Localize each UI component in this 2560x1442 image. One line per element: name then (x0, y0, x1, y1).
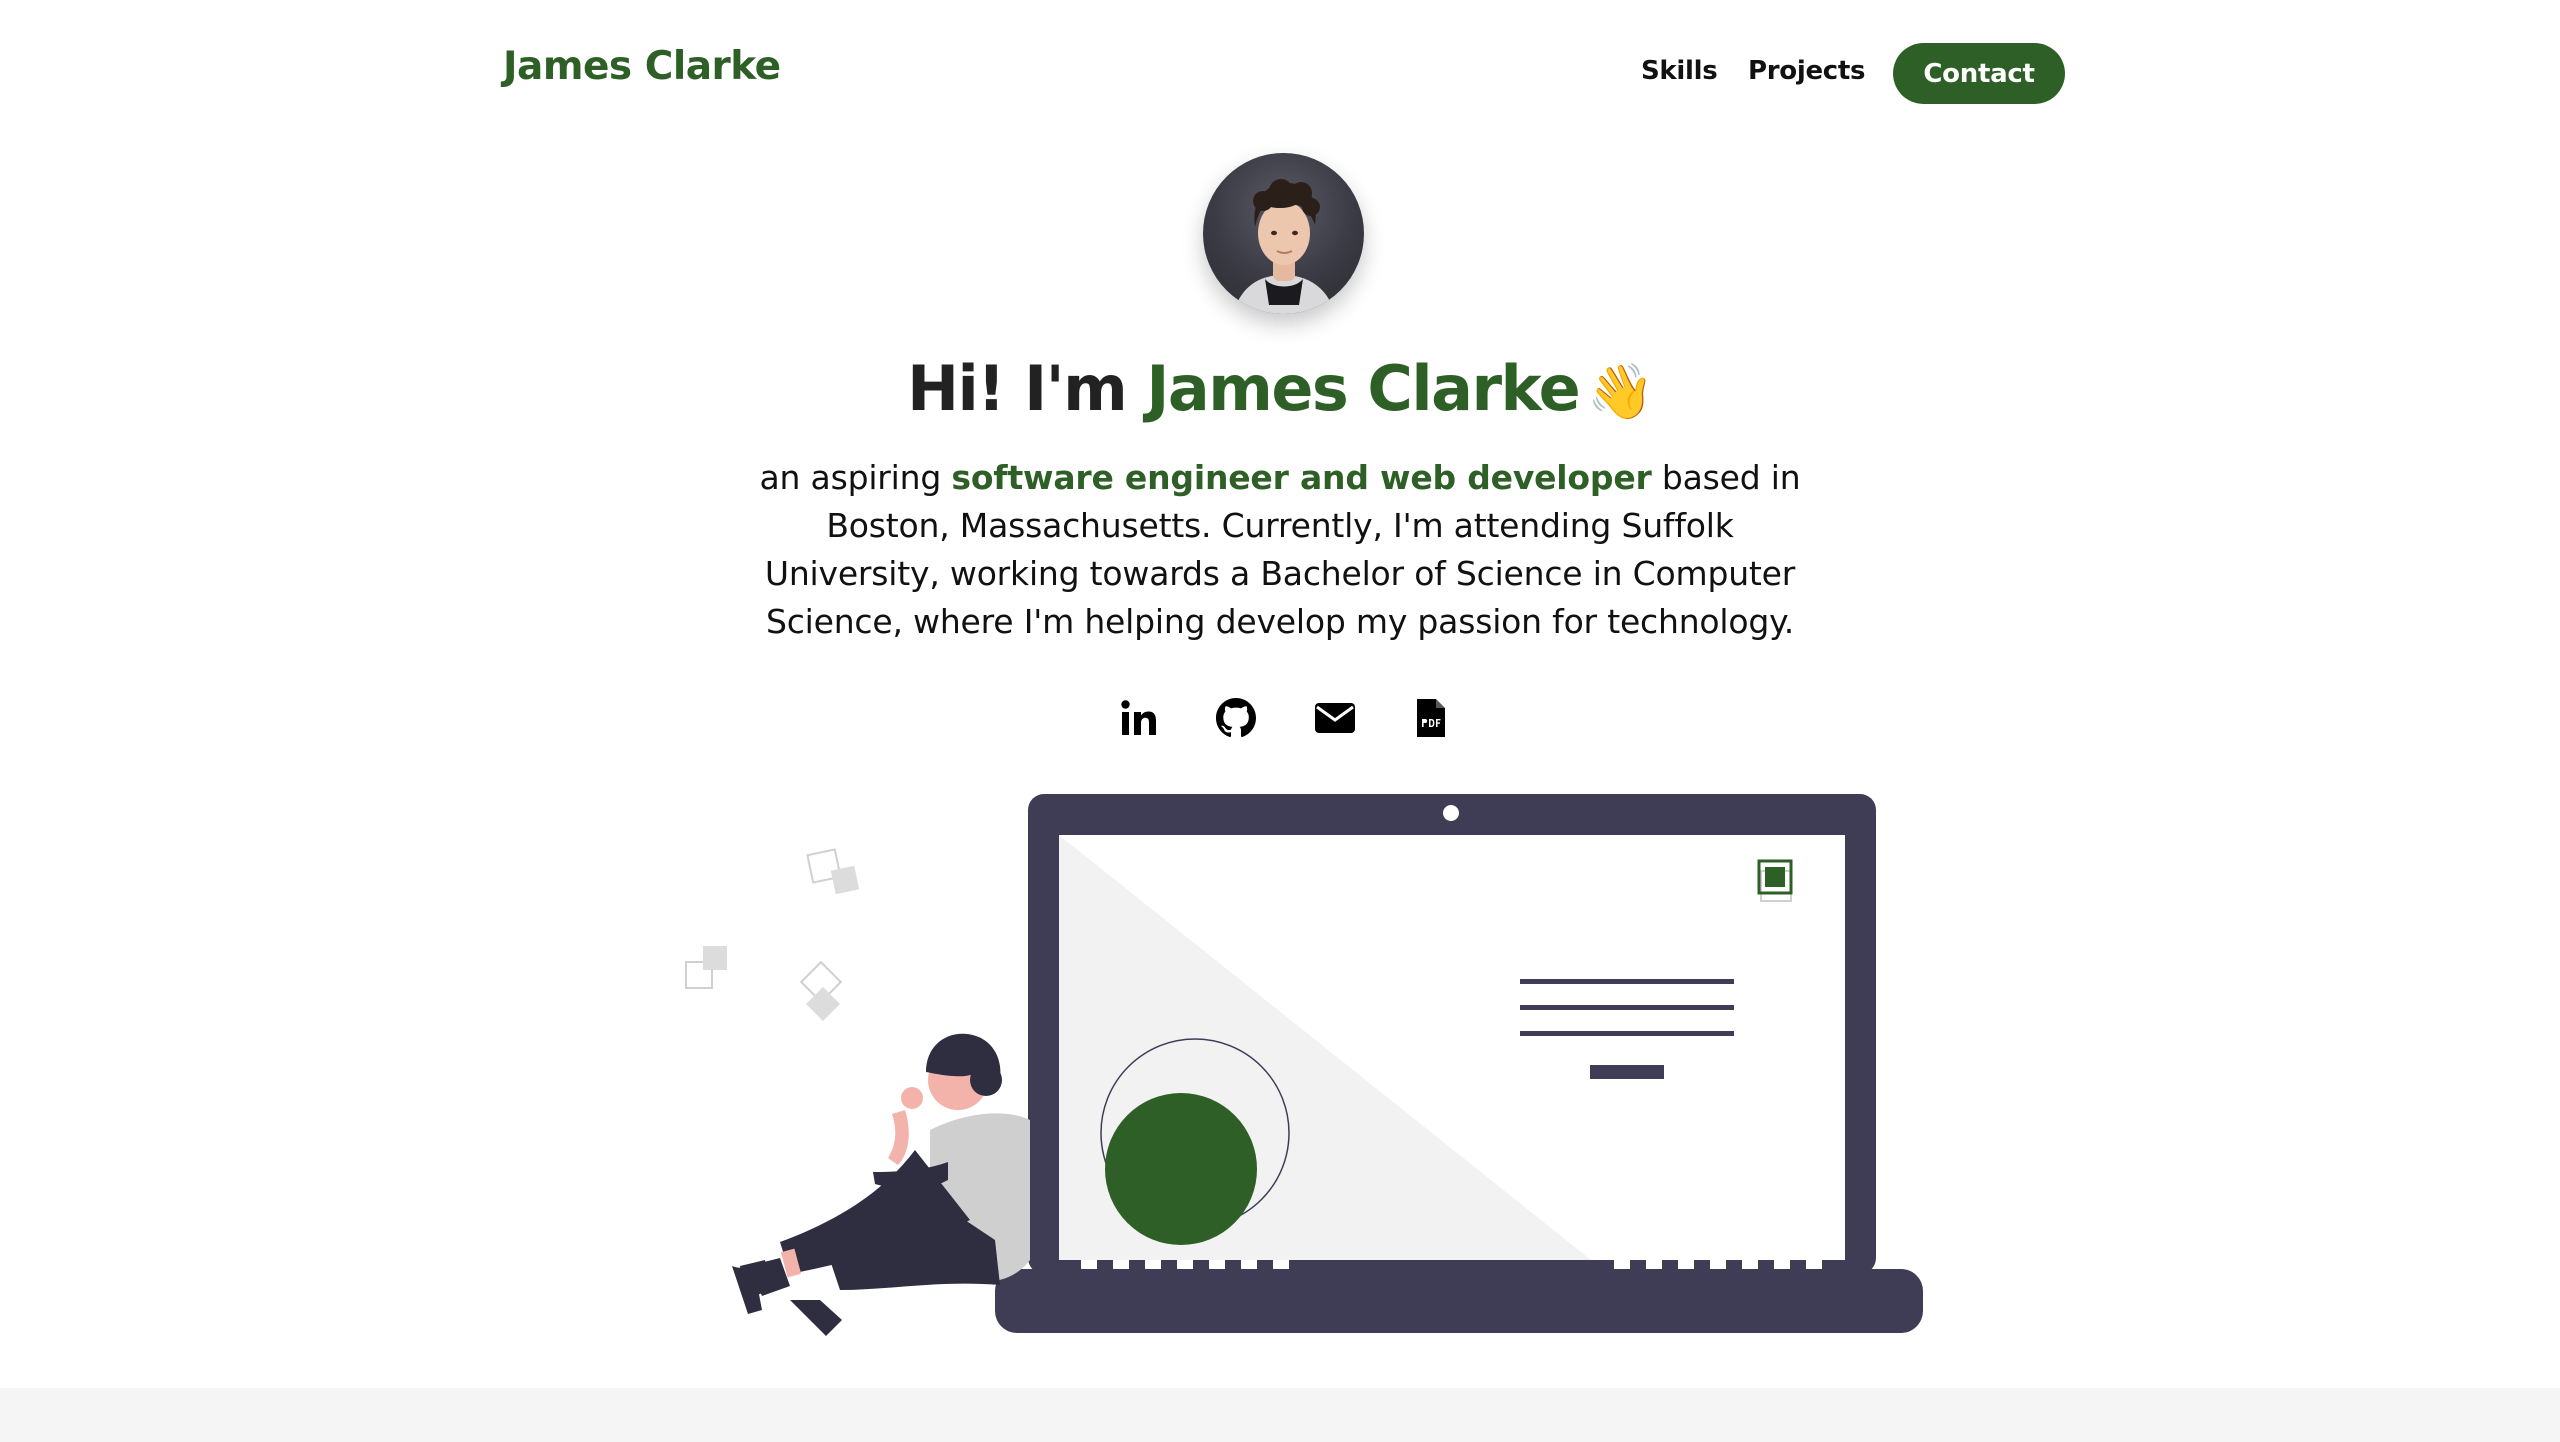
github-link[interactable] (1213, 695, 1259, 741)
linkedin-icon (1121, 700, 1156, 735)
linkedin-link[interactable] (1116, 695, 1162, 741)
laptop-camera (1443, 805, 1459, 821)
hero-illustration (630, 780, 1930, 1340)
navbar: James Clarke Skills Projects Contact (0, 0, 2560, 150)
next-section-strip (0, 1388, 2560, 1442)
waving-hand-icon: 👋 (1587, 360, 1654, 423)
hero-greeting: Hi! I'm (907, 352, 1128, 425)
profile-photo (1233, 179, 1335, 314)
hero-headline: Hi! I'm James Clarke 👋 (0, 352, 2560, 425)
contact-button[interactable]: Contact (1893, 43, 2065, 104)
laptop-base (995, 1269, 1923, 1333)
nav-link-skills[interactable]: Skills (1641, 56, 1718, 86)
pdf-resume-icon (1417, 699, 1445, 737)
developer-laptop-illustration (685, 794, 1923, 1336)
github-icon (1216, 698, 1256, 738)
brand-logo[interactable]: James Clarke (503, 44, 781, 89)
person-figure (732, 1033, 1030, 1336)
intro-before: an aspiring (759, 458, 942, 497)
profile-avatar (1203, 153, 1364, 314)
floating-squares-decoration (685, 848, 860, 1021)
nav-link-projects[interactable]: Projects (1748, 56, 1866, 86)
hero-name: James Clarke (1146, 352, 1580, 425)
hero-intro: an aspiring software engineer and web de… (740, 454, 1820, 646)
email-icon (1315, 703, 1355, 733)
resume-pdf-link[interactable] (1408, 695, 1454, 741)
intro-emphasis: software engineer and web developer (951, 458, 1652, 497)
email-link[interactable] (1312, 695, 1358, 741)
